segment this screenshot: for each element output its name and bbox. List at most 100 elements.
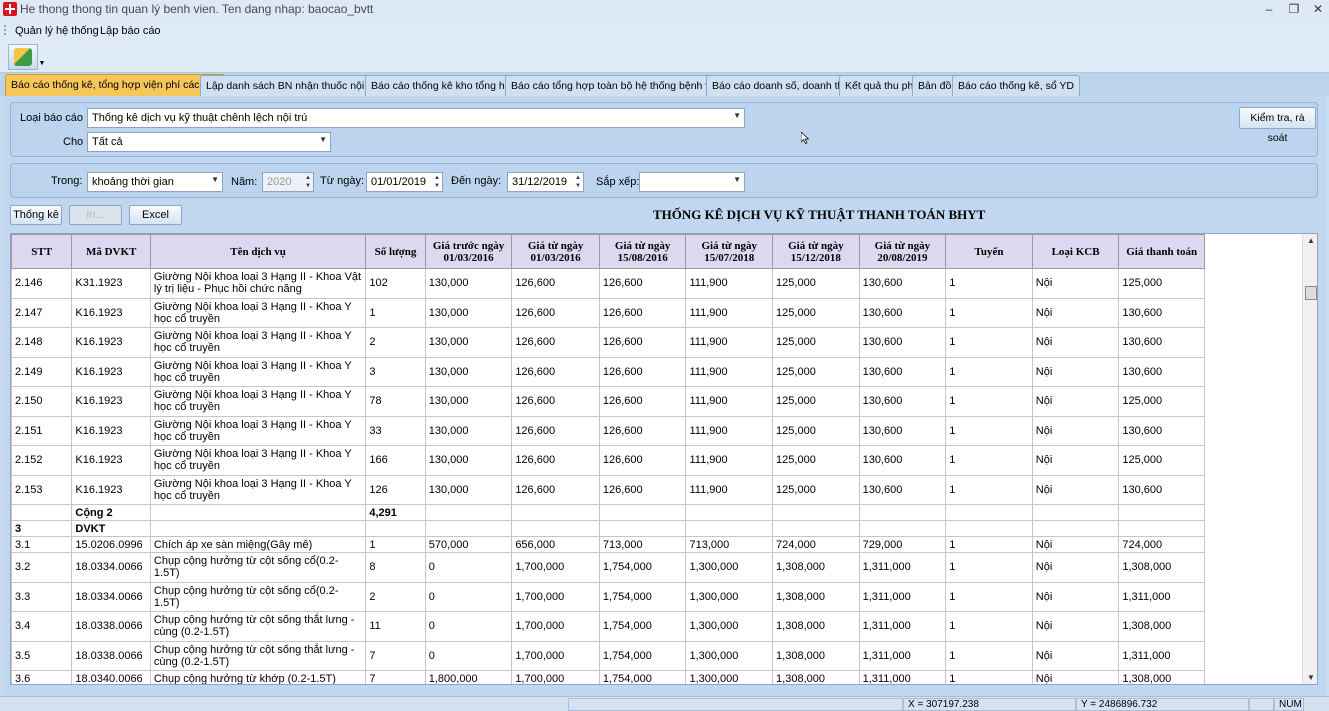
cell-price-20181215[interactable] (772, 504, 860, 521)
table-row[interactable]: 2.147 K16.1923 Giường Nội khoa loại 3 Hạng… (11, 297, 1205, 328)
cell-price-20181215[interactable]: 125,000 (772, 415, 860, 446)
col-header-stt[interactable]: STT (11, 234, 73, 269)
col-header-price-20181215[interactable]: Giá từ ngày 15/12/2018 (772, 234, 860, 269)
cell-price-20180715[interactable]: 1,300,000 (685, 640, 774, 671)
tab-fee-results[interactable]: Kết quả thu phí (839, 75, 923, 96)
cell-price-20181215[interactable] (772, 520, 860, 537)
cell-price-20181215[interactable]: 125,000 (772, 327, 860, 358)
cell-qty[interactable] (365, 520, 426, 537)
excel-button[interactable]: Excel (129, 205, 182, 225)
table-group-row[interactable]: 3 DVKT (11, 520, 1205, 537)
cell-price-20180715[interactable]: 111,900 (685, 356, 774, 387)
col-header-qty[interactable]: Số lượng (365, 234, 426, 269)
cell-price-20190820[interactable]: 130,600 (858, 268, 947, 299)
cell-price-20181215[interactable]: 125,000 (772, 474, 860, 505)
cell-qty[interactable]: 7 (365, 670, 426, 684)
cell-price-20160301[interactable]: 1,700,000 (511, 581, 600, 612)
col-header-kcb-type[interactable]: Loại KCB (1031, 234, 1120, 269)
cell-kcb-type[interactable] (1031, 520, 1120, 537)
cell-qty[interactable]: 11 (365, 611, 426, 642)
to-date-input[interactable]: 31/12/2019 ▲ ▼ (507, 172, 584, 192)
col-header-service[interactable]: Tên dịch vụ (149, 234, 367, 269)
cell-stt[interactable]: 3.5 (11, 640, 73, 671)
cell-kcb-type[interactable] (1031, 504, 1120, 521)
vertical-scrollbar[interactable]: ▲ ▼ (1302, 234, 1317, 684)
cell-price-20181215[interactable]: 1,308,000 (772, 611, 860, 642)
cell-route[interactable]: 1 (945, 474, 1033, 505)
col-header-code[interactable]: Mã DVKT (71, 234, 151, 269)
cell-price-20190820[interactable]: 130,600 (858, 415, 947, 446)
cell-service[interactable]: Chụp cộng hưởng từ cột sống cổ(0.2-1.5T) (149, 581, 367, 612)
minimize-button[interactable]: – (1257, 0, 1281, 18)
from-date-input[interactable]: 01/01/2019 ▲ ▼ (366, 172, 443, 192)
cell-price-20160815[interactable]: 126,600 (598, 386, 687, 417)
cell-service[interactable]: Giường Nội khoa loại 3 Hạng II - Khoa Y … (149, 445, 367, 476)
cell-paid-price[interactable]: 125,000 (1118, 445, 1205, 476)
cell-kcb-type[interactable]: Nội (1031, 445, 1120, 476)
cell-price-20160301[interactable]: 126,600 (511, 297, 600, 328)
cell-kcb-type[interactable]: Nội (1031, 327, 1120, 358)
cell-price-20160301[interactable] (511, 504, 600, 521)
cell-price-20160301[interactable] (511, 520, 600, 537)
cell-price-20160815[interactable]: 126,600 (598, 268, 687, 299)
cell-price-20180715[interactable]: 1,300,000 (685, 670, 774, 684)
cell-stt[interactable]: 3 (11, 520, 73, 537)
cell-qty[interactable]: 2 (365, 327, 426, 358)
cell-price-20160815[interactable] (598, 520, 687, 537)
cell-service[interactable]: Chụp cộng hưởng từ cột sống thắt lưng - … (149, 640, 367, 671)
table-row[interactable]: 3.4 18.0338.0066 Chụp cộng hưởng từ cột số… (11, 611, 1205, 642)
cell-code[interactable]: K16.1923 (71, 445, 151, 476)
cell-price-20160301[interactable]: 1,700,000 (511, 640, 600, 671)
cell-paid-price[interactable]: 1,308,000 (1118, 670, 1205, 684)
cell-price-20180715[interactable]: 111,900 (685, 386, 774, 417)
cell-paid-price[interactable]: 724,000 (1118, 536, 1205, 553)
cell-price-20180715[interactable]: 111,900 (685, 415, 774, 446)
cell-price-20181215[interactable]: 125,000 (772, 386, 860, 417)
cell-price-20160301[interactable]: 656,000 (511, 536, 600, 553)
cell-paid-price[interactable]: 130,600 (1118, 327, 1205, 358)
cell-price-20160301[interactable]: 126,600 (511, 356, 600, 387)
cell-price-before-20160301[interactable]: 130,000 (424, 327, 513, 358)
cell-route[interactable]: 1 (945, 640, 1033, 671)
cell-qty[interactable]: 102 (365, 268, 426, 299)
cell-price-20160301[interactable]: 126,600 (511, 415, 600, 446)
cell-route[interactable]: 1 (945, 268, 1033, 299)
cell-service[interactable]: Chích áp xe sàn miệng(Gây mê) (149, 536, 367, 553)
cell-route[interactable]: 1 (945, 327, 1033, 358)
cell-paid-price[interactable]: 130,600 (1118, 474, 1205, 505)
cell-price-before-20160301[interactable]: 0 (424, 552, 513, 583)
cell-price-20181215[interactable]: 1,308,000 (772, 552, 860, 583)
cell-qty[interactable]: 33 (365, 415, 426, 446)
cell-kcb-type[interactable]: Nội (1031, 297, 1120, 328)
check-review-button[interactable]: Kiểm tra, rà soát (1239, 107, 1316, 144)
cell-paid-price[interactable]: 125,000 (1118, 386, 1205, 417)
cell-price-20180715[interactable]: 1,300,000 (685, 552, 774, 583)
cell-qty[interactable]: 78 (365, 386, 426, 417)
cell-price-before-20160301[interactable]: 130,000 (424, 297, 513, 328)
cell-stt[interactable] (11, 504, 73, 521)
cell-route[interactable]: 1 (945, 445, 1033, 476)
cell-price-20181215[interactable]: 125,000 (772, 445, 860, 476)
cell-service[interactable]: Chụp cộng hưởng từ cột sống cổ(0.2-1.5T) (149, 552, 367, 583)
cell-price-20160815[interactable]: 126,600 (598, 327, 687, 358)
cell-stt[interactable]: 2.146 (11, 268, 73, 299)
cell-kcb-type[interactable]: Nội (1031, 386, 1120, 417)
cell-price-20160815[interactable]: 1,754,000 (598, 670, 687, 684)
cell-service[interactable] (149, 504, 367, 521)
cell-price-before-20160301[interactable]: 130,000 (424, 474, 513, 505)
cell-price-20181215[interactable]: 125,000 (772, 297, 860, 328)
cell-route[interactable]: 1 (945, 536, 1033, 553)
cell-kcb-type[interactable]: Nội (1031, 268, 1120, 299)
cell-price-20160301[interactable]: 126,600 (511, 327, 600, 358)
cell-price-20180715[interactable] (685, 504, 774, 521)
cell-route[interactable]: 1 (945, 581, 1033, 612)
cell-price-20160301[interactable]: 1,700,000 (511, 611, 600, 642)
cell-qty[interactable]: 4,291 (365, 504, 426, 521)
spinner-icon[interactable]: ▲ ▼ (434, 174, 440, 190)
col-header-route[interactable]: Tuyến (945, 234, 1033, 269)
cell-stt[interactable]: 2.150 (11, 386, 73, 417)
table-row[interactable]: 3.6 18.0340.0066 Chụp cộng hưởng từ khớp (… (11, 670, 1205, 684)
tool-dropdown-arrow-icon[interactable]: ▼ (38, 44, 46, 70)
cell-service[interactable]: Giường Nội khoa loại 3 Hạng II - Khoa Y … (149, 297, 367, 328)
cell-qty[interactable]: 1 (365, 536, 426, 553)
